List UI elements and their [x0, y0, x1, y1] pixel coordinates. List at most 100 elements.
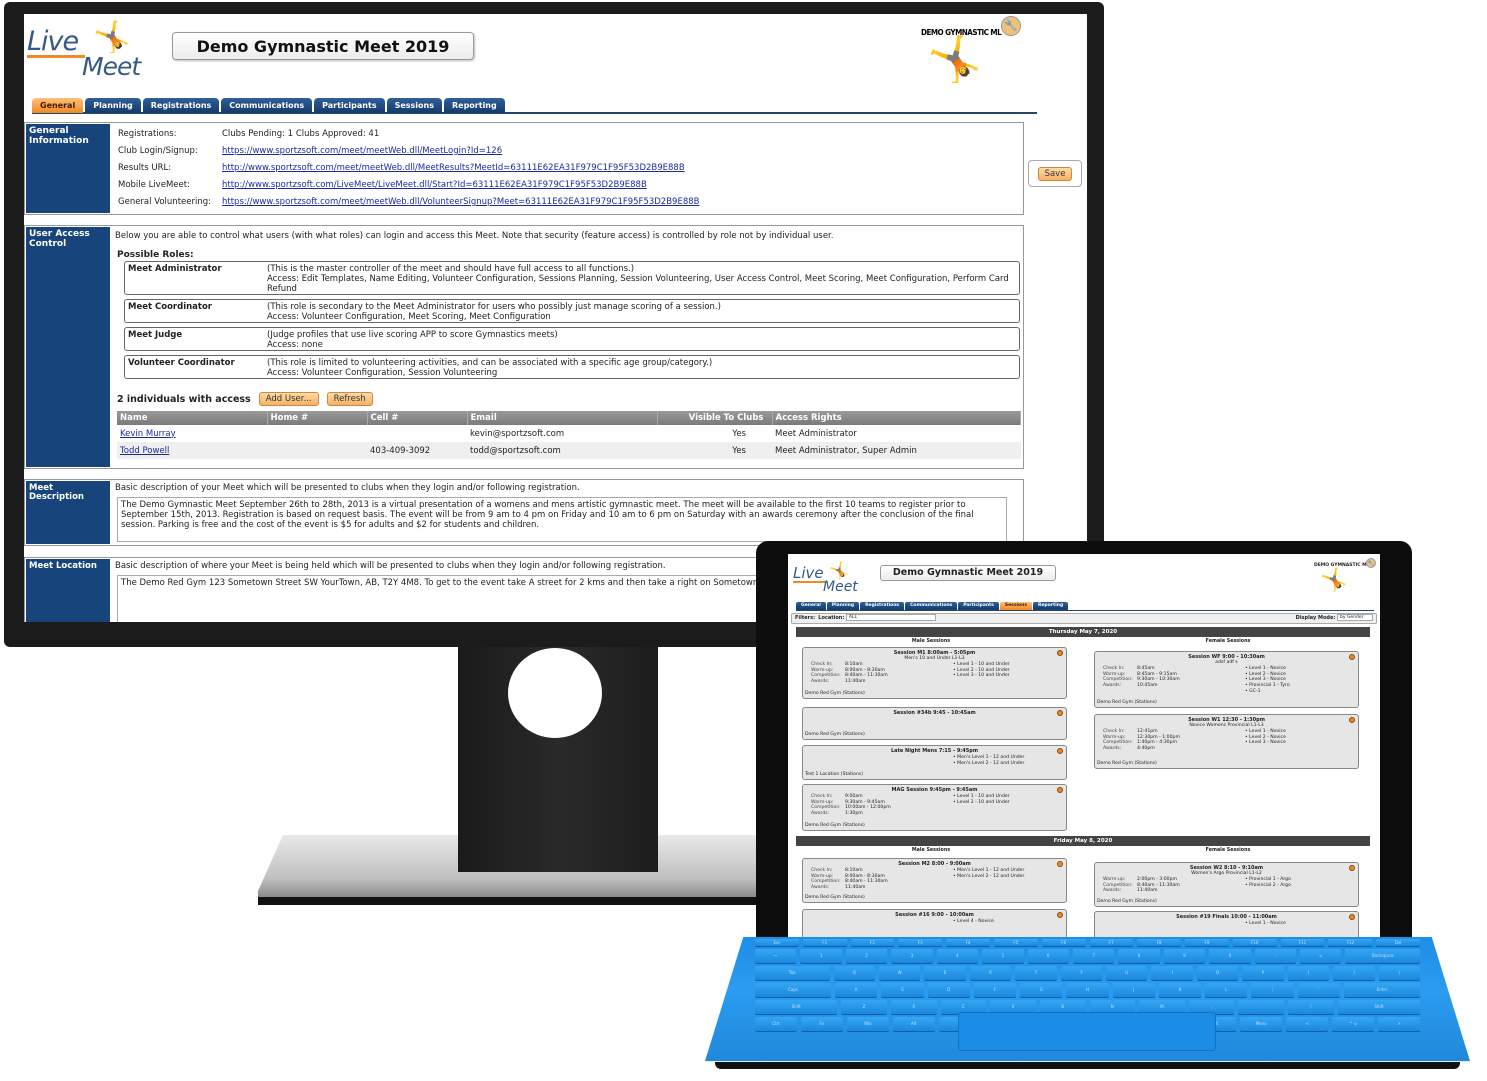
key[interactable]: < — [1286, 1017, 1329, 1031]
key[interactable]: P — [1242, 966, 1284, 980]
key[interactable]: F2 — [850, 939, 895, 946]
session-options-gear-icon[interactable] — [1057, 748, 1063, 754]
key[interactable]: F8 — [1137, 939, 1182, 946]
add-user-button[interactable]: Add User... — [258, 392, 319, 406]
session-card[interactable]: Session #19 Finals 10:00 - 11:00amLevel … — [1094, 911, 1359, 941]
key[interactable]: Shift — [755, 1000, 838, 1014]
session-card[interactable]: Session #16 9:00 - 10:00amLevel 4 - Novi… — [802, 909, 1067, 939]
key[interactable]: 6 — [1027, 949, 1069, 963]
key[interactable]: 4 — [936, 949, 979, 963]
session-options-gear-icon[interactable] — [1057, 710, 1063, 716]
key[interactable]: / — [1288, 1000, 1334, 1014]
key[interactable]: Backspace — [1345, 949, 1421, 963]
key[interactable]: ' — [1297, 983, 1340, 997]
tab-participants[interactable]: Participants — [314, 98, 385, 113]
key[interactable]: X — [890, 1000, 937, 1014]
key[interactable]: Caps — [754, 983, 832, 997]
key[interactable]: ; — [1251, 983, 1294, 997]
key[interactable]: 2 — [845, 949, 888, 963]
session-card[interactable]: Session W2 8:10 - 9:10am Women's Argo Pro… — [1094, 862, 1359, 907]
key[interactable]: F5 — [993, 939, 1038, 946]
key[interactable]: O — [1196, 966, 1239, 980]
key[interactable]: R — [969, 966, 1012, 980]
user-name-link[interactable]: Todd Powell — [120, 446, 169, 456]
col-name[interactable]: Name — [117, 411, 268, 425]
tab-reporting[interactable]: Reporting — [1033, 602, 1069, 610]
key[interactable]: D — [927, 983, 970, 997]
session-card[interactable]: Session W1 12:30 - 1:30pm Novice Womens P… — [1094, 714, 1359, 769]
key[interactable]: J — [1112, 983, 1155, 997]
key[interactable]: E — [924, 966, 966, 980]
key[interactable]: F6 — [1041, 939, 1086, 946]
key[interactable]: = — [1300, 949, 1342, 963]
col-visible[interactable]: Visible To Clubs — [657, 411, 773, 425]
tab-planning[interactable]: Planning — [85, 98, 141, 113]
wrench-icon[interactable]: 🔧 — [1001, 16, 1021, 36]
tab-general[interactable]: General — [796, 602, 826, 610]
key[interactable]: Z — [841, 1000, 887, 1014]
key[interactable]: F3 — [898, 939, 943, 946]
key[interactable]: Tab — [754, 966, 830, 980]
session-options-gear-icon[interactable] — [1349, 914, 1355, 920]
key[interactable]: A — [835, 983, 878, 997]
key[interactable]: Q — [833, 966, 875, 980]
session-card[interactable]: Session M2 8:00 - 9:00am Check In: 8:10am W… — [802, 858, 1067, 903]
key[interactable]: Ctrl — [754, 1017, 797, 1031]
tab-general[interactable]: General — [32, 98, 84, 113]
session-card[interactable]: Session WF 9:00 - 10:30am adsf adf s Check… — [1094, 651, 1359, 708]
key[interactable]: Enter — [1343, 983, 1421, 997]
key[interactable]: 3 — [891, 949, 933, 963]
tab-planning[interactable]: Planning — [826, 602, 860, 610]
key[interactable]: > — [1378, 1017, 1421, 1031]
wrench-icon[interactable]: 🔧 — [1366, 558, 1376, 568]
livemeet-logo[interactable]: Live 🤸 Meet — [27, 20, 152, 84]
key[interactable]: ~ — [754, 949, 797, 963]
key[interactable]: F7 — [1089, 939, 1134, 946]
key[interactable]: H — [1066, 983, 1109, 997]
key[interactable]: Fn — [800, 1017, 843, 1031]
key[interactable]: [ — [1287, 966, 1330, 980]
key[interactable]: 9 — [1163, 949, 1206, 963]
livemeet-logo[interactable]: Live 🤸 Meet — [793, 561, 863, 600]
key[interactable]: F1 — [802, 939, 847, 946]
key[interactable]: F4 — [946, 939, 990, 946]
key[interactable]: S — [881, 983, 924, 997]
key[interactable]: F9 — [1185, 939, 1229, 946]
user-name-link[interactable]: Kevin Murray — [120, 429, 176, 439]
key[interactable]: 1 — [800, 949, 842, 963]
display-mode-select[interactable]: by Gender — [1337, 614, 1373, 621]
session-card[interactable]: Session M1 8:00am - 5:05pm Men's 10 and U… — [802, 647, 1067, 699]
tab-participants[interactable]: Participants — [958, 602, 999, 610]
session-options-gear-icon[interactable] — [1057, 787, 1063, 793]
key[interactable]: 5 — [982, 949, 1024, 963]
tab-registrations[interactable]: Registrations — [860, 602, 905, 610]
key[interactable]: Alt — [892, 1017, 935, 1031]
key[interactable]: 0 — [1209, 949, 1251, 963]
session-options-gear-icon[interactable] — [1057, 861, 1063, 867]
tab-reporting[interactable]: Reporting — [443, 98, 505, 113]
key[interactable]: F11 — [1280, 939, 1325, 946]
trackpad[interactable] — [958, 1012, 1216, 1051]
location-select[interactable]: ALL — [845, 614, 936, 621]
meet-description-textarea[interactable]: The Demo Gymnastic Meet September 26th t… — [117, 497, 1007, 542]
session-options-gear-icon[interactable] — [1057, 912, 1063, 918]
key[interactable]: \ — [1378, 966, 1421, 980]
tab-sessions[interactable]: Sessions — [386, 98, 442, 113]
key[interactable]: F — [973, 983, 1017, 997]
tab-communications[interactable]: Communications — [221, 98, 313, 113]
key[interactable]: W — [878, 966, 921, 980]
key[interactable]: U — [1106, 966, 1148, 980]
key[interactable]: ] — [1333, 966, 1375, 980]
key[interactable]: T — [1015, 966, 1057, 980]
key[interactable]: Menu — [1240, 1017, 1283, 1031]
key[interactable]: - — [1254, 949, 1297, 963]
session-card[interactable]: Session #34b 9:45 - 10:45am Demo Red Gym … — [802, 707, 1067, 740]
session-card[interactable]: Late Night Mens 7:15 - 9:45pmMen's Level… — [802, 745, 1067, 780]
key[interactable]: F12 — [1328, 939, 1373, 946]
key[interactable]: K — [1158, 983, 1202, 997]
key[interactable]: G — [1020, 983, 1063, 997]
save-button[interactable]: Save — [1037, 166, 1073, 181]
results-url-link[interactable]: http://www.sportzsoft.com/meet/meetWeb.d… — [222, 163, 685, 173]
tab-sessions[interactable]: Sessions — [999, 602, 1033, 610]
col-access-rights[interactable]: Access Rights — [772, 411, 1021, 425]
